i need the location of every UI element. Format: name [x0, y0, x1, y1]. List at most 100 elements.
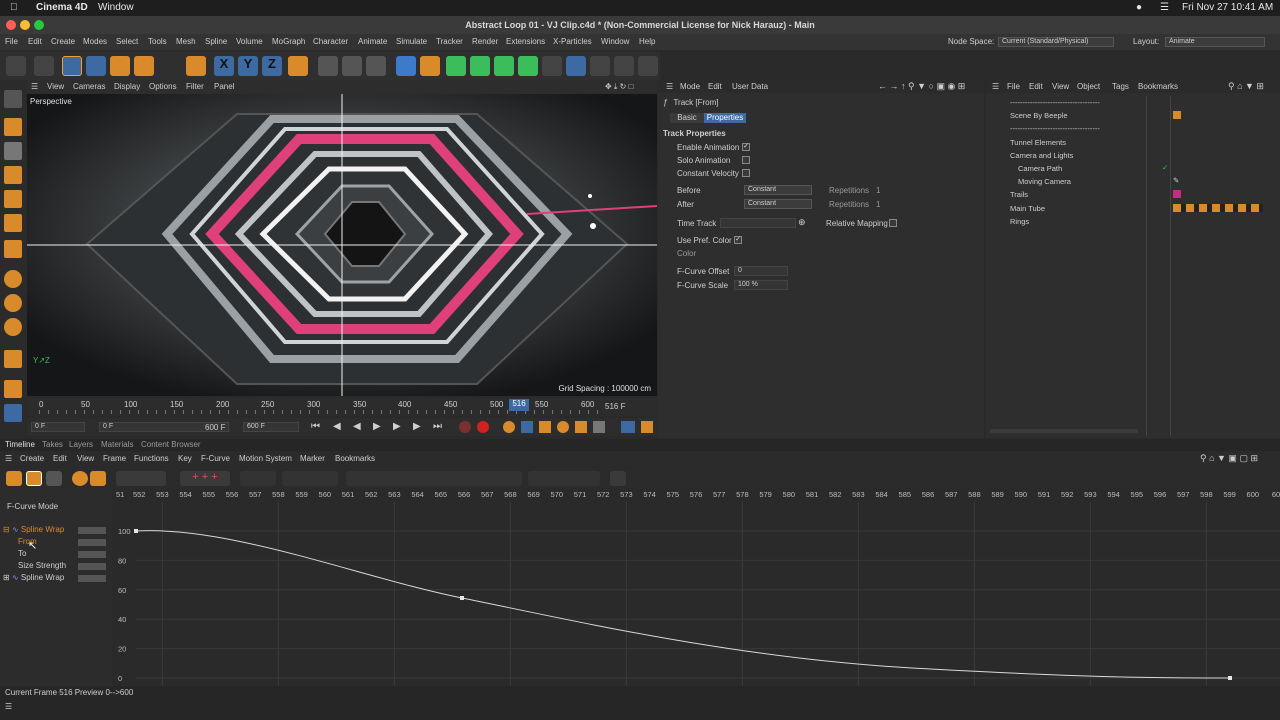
render-view-icon[interactable]	[318, 56, 338, 76]
tab-properties[interactable]: Properties	[704, 113, 746, 123]
light-icon[interactable]	[638, 56, 658, 76]
tweak-icon[interactable]	[4, 350, 22, 368]
attr-nav-icons[interactable]: ← → ↑ ⚲ ▼ ○ ▣ ◉ ⊞	[878, 81, 965, 92]
autokey-icon[interactable]	[477, 421, 489, 433]
menu-character[interactable]: Character	[313, 37, 348, 46]
scale-tool-icon[interactable]	[110, 56, 130, 76]
z-axis-icon[interactable]: Z	[262, 56, 282, 76]
polygons-mode-icon[interactable]	[4, 214, 22, 232]
menu-edit[interactable]: Edit	[28, 37, 42, 46]
menu-help[interactable]: Help	[639, 37, 655, 46]
frame-ruler[interactable]: 0 50 100 150 200 250 300 350 400 450 500…	[27, 398, 657, 416]
obj-search-filter-icons[interactable]: ⚲ ⌂ ▼ ⊞	[1228, 81, 1264, 92]
prev-key-icon[interactable]: ◀	[333, 421, 341, 432]
menu-select[interactable]: Select	[116, 37, 138, 46]
track-row[interactable]: To	[18, 549, 26, 558]
tab-layers[interactable]: Layers	[69, 440, 93, 449]
expand-icon[interactable]: ⊟	[3, 525, 10, 534]
model-mode-icon[interactable]	[4, 118, 22, 136]
floor-icon[interactable]	[590, 56, 610, 76]
scale-key-icon[interactable]	[539, 421, 551, 433]
layout-dropdown[interactable]: Animate	[1165, 37, 1265, 47]
expand-icon[interactable]: ⊞	[3, 573, 10, 582]
control-center-icon[interactable]: ☰	[1160, 2, 1169, 13]
track-toggle-icons[interactable]	[78, 525, 106, 583]
next-frame-icon[interactable]: ▶	[393, 421, 401, 432]
key-mode-icon[interactable]	[6, 471, 22, 486]
fcurve-line[interactable]	[135, 530, 1231, 679]
object-row[interactable]: Camera and Lights	[986, 149, 1280, 162]
points-mode-icon[interactable]	[4, 166, 22, 184]
add-key-icon[interactable]: + + +	[180, 471, 230, 486]
rotation-key-icon[interactable]	[557, 421, 569, 433]
keyframe-mid[interactable]	[460, 596, 464, 600]
track-row[interactable]: ⊟ ∿ Spline Wrap	[3, 525, 64, 534]
record-icon[interactable]	[90, 471, 106, 486]
object-row[interactable]: Main Tube	[986, 202, 1280, 215]
material-tag-icon[interactable]	[1173, 190, 1181, 198]
obj-menu-object[interactable]: Object	[1077, 82, 1100, 91]
rotate-tool-icon[interactable]	[134, 56, 154, 76]
obj-menu-view[interactable]: View	[1052, 82, 1069, 91]
relative-mapping-checkbox[interactable]	[889, 219, 897, 227]
menu-simulate[interactable]: Simulate	[396, 37, 427, 46]
window-menu[interactable]: Window	[98, 2, 134, 13]
viewport-menu-filter[interactable]: Filter	[186, 82, 204, 91]
tag-row-icons[interactable]	[1173, 204, 1263, 212]
repetitions-after-value[interactable]: 1	[876, 200, 880, 209]
menu-x-particles[interactable]: X-Particles	[553, 37, 592, 46]
viewport-menu-panel[interactable]: Panel	[214, 82, 234, 91]
effector-icon[interactable]	[518, 56, 538, 76]
after-dropdown[interactable]: Constant	[744, 199, 812, 209]
pla-key-icon[interactable]	[593, 421, 605, 433]
position-key-icon[interactable]	[521, 421, 533, 433]
y-axis-icon[interactable]: Y	[238, 56, 258, 76]
node-space-dropdown[interactable]: Current (Standard/Physical)	[998, 37, 1114, 47]
enable-animation-checkbox[interactable]: ✓	[742, 143, 750, 151]
render-settings-icon[interactable]	[366, 56, 386, 76]
loop-icon[interactable]	[72, 471, 88, 486]
tl-menu-edit[interactable]: Edit	[53, 454, 67, 463]
menu-volume[interactable]: Volume	[236, 37, 263, 46]
deformer-icon[interactable]	[542, 56, 562, 76]
motion-mode-icon[interactable]	[46, 471, 62, 486]
tl-menu-motion-system[interactable]: Motion System	[239, 454, 292, 463]
obj-menu-tags[interactable]: Tags	[1112, 82, 1129, 91]
snap-tools-icon[interactable]	[116, 471, 166, 486]
move-tool-icon[interactable]	[86, 56, 106, 76]
user-icon[interactable]: ●	[1136, 2, 1142, 13]
object-row[interactable]: Scene By Beeple	[986, 109, 1280, 122]
viewport-menu-display[interactable]: Display	[114, 82, 140, 91]
record-keys-icon[interactable]	[459, 421, 471, 433]
timeline-toggle-icon[interactable]	[621, 421, 635, 433]
tab-materials[interactable]: Materials	[101, 440, 133, 449]
snap-settings-icon[interactable]	[4, 294, 22, 312]
hamburger-icon[interactable]: ☰	[5, 454, 12, 463]
apple-icon[interactable]: 	[10, 2, 18, 13]
lock-workplane-icon[interactable]	[4, 404, 22, 422]
tl-nav-icons[interactable]: ⚲ ⌂ ▼ ▣ ▢ ⊞	[1200, 453, 1258, 464]
object-row[interactable]: Tunnel Elements	[986, 136, 1280, 149]
viewport-nav-icons[interactable]: ✥ ⤓ ↻ □	[605, 82, 633, 92]
keyframe-end[interactable]	[1228, 676, 1232, 680]
fcurve-offset-field[interactable]: 0	[734, 266, 788, 276]
play-icon[interactable]: ▶	[373, 421, 381, 432]
max-frame-field[interactable]: 600 F	[243, 422, 299, 432]
coordinate-system-icon[interactable]	[288, 56, 308, 76]
tab-timeline[interactable]: Timeline	[5, 440, 35, 449]
repetitions-before-value[interactable]: 1	[876, 186, 880, 195]
object-row[interactable]: Trails	[986, 188, 1280, 201]
scheme-icon[interactable]	[641, 421, 653, 433]
viewport-menu-options[interactable]: Options	[149, 82, 177, 91]
undo-icon[interactable]	[6, 56, 26, 76]
object-tag-icon[interactable]	[1173, 111, 1181, 119]
object-row[interactable]: ------------------------------------	[986, 96, 1280, 109]
obj-menu-bookmarks[interactable]: Bookmarks	[1138, 82, 1178, 91]
menu-render[interactable]: Render	[472, 37, 498, 46]
goto-end-icon[interactable]: ⏭	[433, 421, 442, 432]
use-pref-color-checkbox[interactable]: ✓	[734, 236, 742, 244]
pen-icon[interactable]	[420, 56, 440, 76]
tl-menu-view[interactable]: View	[77, 454, 94, 463]
fcurve-mode-icon[interactable]	[26, 471, 42, 486]
hamburger-icon[interactable]: ☰	[5, 702, 12, 711]
